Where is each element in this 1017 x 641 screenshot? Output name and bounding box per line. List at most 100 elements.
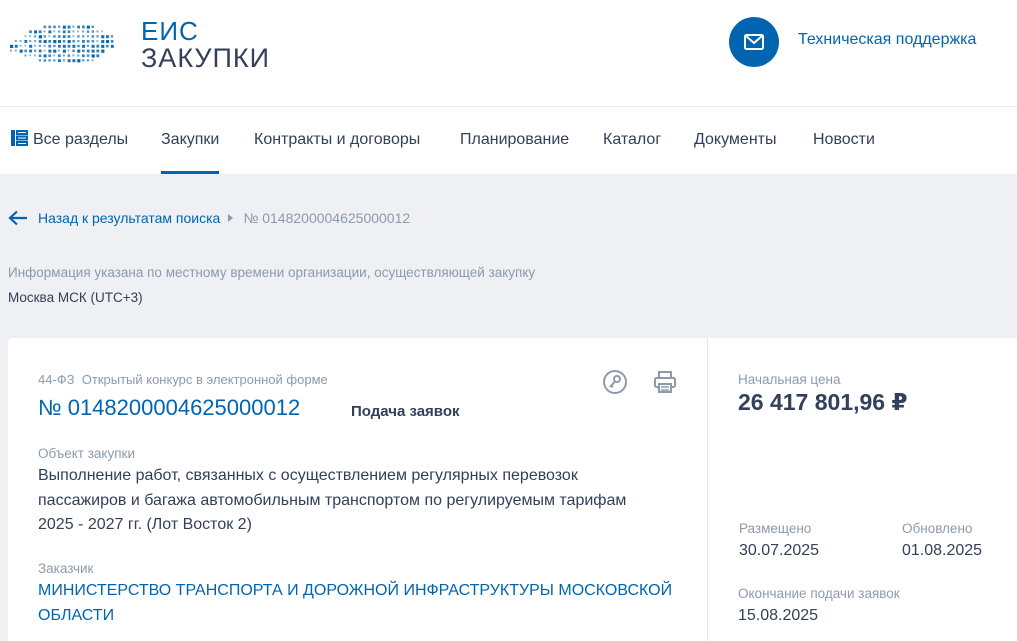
map-dot [38,44,41,47]
map-dot [82,44,85,48]
map-dot [62,49,66,53]
key-icon[interactable] [601,368,629,396]
map-dot [14,49,17,52]
map-dot [14,44,18,48]
map-dot [38,54,42,57]
map-dot [62,35,66,38]
registry-number[interactable]: № 0148200004625000012 [38,395,300,421]
eis-logo[interactable]: ЕИС ЗАКУПКИ [8,14,270,78]
map-dot [53,40,57,44]
map-dot [110,35,114,38]
map-dot [43,25,47,29]
map-dot [101,49,105,53]
map-dot [34,44,36,47]
map-dot [62,40,66,43]
map-dot [43,59,47,62]
logo-text: ЕИС ЗАКУПКИ [141,18,270,72]
nav-item-documents[interactable]: Документы [694,107,776,174]
map-dot [14,40,17,42]
timezone-value: Москва МСК (UTC+3) [8,290,143,305]
support-link[interactable]: Техническая поддержка [798,31,976,49]
deadline-value: 15.08.2025 [738,607,819,624]
back-to-results-link[interactable]: Назад к результатам поиска [38,210,220,226]
map-dot [58,49,60,52]
map-dot [62,30,66,34]
nav-item-contracts[interactable]: Контракты и договоры [254,107,420,174]
map-dot [58,25,61,28]
map-dot [72,40,75,43]
logo-line2: ЗАКУПКИ [141,43,271,73]
map-dot [91,49,95,53]
map-dot [82,35,85,38]
map-dot [82,30,85,33]
map-dot [19,44,22,47]
map-dot [29,54,31,57]
map-dot [91,59,94,62]
procurement-type: 44-ФЗ Открытый конкурс в электронной фор… [38,372,328,387]
map-dot [62,44,66,48]
map-dot [77,25,80,29]
logo-line1: ЕИС [141,16,199,46]
map-dot [53,44,56,48]
map-dot [58,30,61,33]
map-dot [106,40,110,44]
map-dot [53,30,56,33]
updated-value: 01.08.2025 [902,542,983,559]
map-dot [43,44,46,47]
map-dot [96,44,100,48]
map-dot [19,40,22,42]
nav-item-catalog[interactable]: Каталог [603,107,661,174]
map-dot [82,54,85,58]
map-dot [34,54,36,57]
site-header: ЕИС ЗАКУПКИ Техническая поддержка [0,0,1017,106]
breadcrumb-separator-icon [228,214,234,222]
breadcrumb-current: № 0148200004625000012 [243,210,411,226]
procurement-summary: Начальная цена 26 417 801,96 ₽ Размещено… [708,338,1017,641]
map-dot [58,40,61,43]
nav-all-sections[interactable]: Все разделы [10,107,128,174]
map-dot [72,25,75,28]
map-dot [34,40,37,43]
map-dot [58,35,61,38]
map-dot [77,40,80,43]
map-dot [29,30,32,34]
map-dot [19,49,23,53]
updated-label: Обновлено [902,521,973,536]
nav-item-news[interactable]: Новости [813,107,875,174]
map-dot [58,54,61,58]
map-dot [34,49,37,52]
map-dot [38,35,42,39]
support-button[interactable] [729,17,779,67]
map-dot [96,40,99,42]
map-dot [34,30,38,34]
nav-item-purchases[interactable]: Закупки [161,107,220,174]
map-dot [29,40,32,43]
map-dot [58,44,61,48]
arrow-left-icon[interactable] [8,210,28,226]
map-dot [67,25,71,29]
procurement-card: 44-ФЗ Открытый конкурс в электронной фор… [8,338,1017,641]
map-dot [10,44,14,48]
map-dot [77,49,81,53]
map-dot [48,59,51,62]
map-dot [43,54,47,58]
map-dot [48,44,52,48]
customer-link[interactable]: МИНИСТЕРСТВО ТРАНСПОРТА И ДОРОЖНОЙ ИНФРА… [38,579,672,628]
map-dot [29,49,33,53]
map-dot [53,25,56,29]
print-icon[interactable] [651,368,679,396]
map-dot [106,35,109,39]
object-value: Выполнение работ, связанных с осуществле… [38,464,626,538]
map-dot [67,40,71,44]
map-dot [91,25,94,28]
procurement-details: 44-ФЗ Открытый конкурс в электронной фор… [8,338,708,641]
map-dot [72,49,75,53]
map-dot [43,49,46,52]
nav-item-planning[interactable]: Планирование [460,107,569,174]
customer-line: МИНИСТЕРСТВО ТРАНСПОРТА И ДОРОЖНОЙ ИНФРА… [38,582,673,599]
posted-label: Размещено [739,521,812,536]
customer-label: Заказчик [38,561,94,576]
map-dot [67,59,71,63]
map-dot [72,30,75,33]
map-dot [62,25,66,29]
